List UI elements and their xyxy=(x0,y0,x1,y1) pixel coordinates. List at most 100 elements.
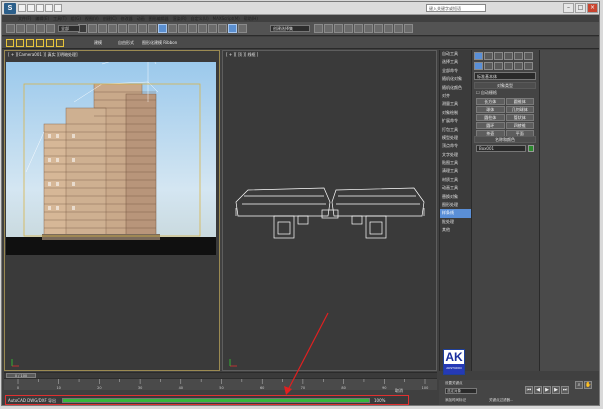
command-list-item[interactable]: 扩展命令 xyxy=(440,117,471,125)
geometry-icon[interactable] xyxy=(474,62,483,70)
window-crossing-icon[interactable] xyxy=(118,24,127,33)
spinner-snap-icon[interactable] xyxy=(228,24,237,33)
command-list-item[interactable]: 模型处理 xyxy=(440,134,471,142)
percent-snap-icon[interactable] xyxy=(218,24,227,33)
add-time-tag[interactable]: 添加时间标记 xyxy=(445,398,466,403)
graphite-icon[interactable] xyxy=(344,24,353,33)
undo-icon[interactable] xyxy=(45,4,53,12)
autogrid-checkbox[interactable]: ☐ 自动栅格 xyxy=(476,90,497,96)
lights-icon[interactable] xyxy=(494,62,503,70)
command-list-item[interactable]: 选择工具 xyxy=(440,58,471,66)
ribbon-tab-modeling[interactable]: 建模 xyxy=(94,39,102,47)
app-logo-icon[interactable]: S xyxy=(4,3,16,14)
command-list-item[interactable]: 对象绘制 xyxy=(440,109,471,117)
object-type-rollout[interactable]: 对象类型 xyxy=(474,82,536,89)
menu-item[interactable]: 帮助(H) xyxy=(244,15,258,22)
angle-snap-icon[interactable] xyxy=(208,24,217,33)
menu-item[interactable]: 视图(V) xyxy=(85,15,99,22)
vertex-snap-icon[interactable] xyxy=(36,39,44,47)
utilities-tab-icon[interactable] xyxy=(524,52,533,60)
face-snap-icon[interactable] xyxy=(46,39,54,47)
command-list-item[interactable]: 替换对象 xyxy=(440,193,471,201)
object-color-swatch[interactable] xyxy=(528,145,534,152)
command-list-item[interactable]: 对齐 xyxy=(440,92,471,100)
bind-space-warp-icon[interactable] xyxy=(46,24,55,33)
save-file-icon[interactable] xyxy=(36,4,44,12)
manipulate-icon[interactable] xyxy=(178,24,187,33)
render-setup-icon[interactable] xyxy=(384,24,393,33)
command-list-item[interactable]: 文字处理 xyxy=(440,151,471,159)
goto-end-icon[interactable]: ⏭ xyxy=(561,386,569,394)
helpers-icon[interactable] xyxy=(514,62,523,70)
primitive-button[interactable]: 管状体 xyxy=(505,114,534,121)
menu-item[interactable]: 图形编辑器 xyxy=(149,15,169,22)
menu-item[interactable]: 渲染(R) xyxy=(173,15,187,22)
new-file-icon[interactable] xyxy=(18,4,26,12)
scale-icon[interactable] xyxy=(148,24,157,33)
menu-item[interactable]: 创建(C) xyxy=(103,15,117,22)
rect-region-icon[interactable] xyxy=(108,24,117,33)
zoom-icon[interactable]: ⌕ xyxy=(575,381,583,389)
snap-toggle-icon[interactable] xyxy=(16,39,24,47)
move-icon[interactable] xyxy=(128,24,137,33)
menu-item[interactable]: MAXScript(M) xyxy=(213,15,240,22)
selection-filter-select[interactable]: 全部 xyxy=(58,25,80,32)
command-list-item[interactable]: 随机化对象 xyxy=(440,75,471,83)
pivot-icon[interactable] xyxy=(168,24,177,33)
viewport-label-top[interactable]: [ + ][ 顶 ][ 线框 ] xyxy=(226,52,258,58)
play-icon[interactable]: ▶ xyxy=(543,386,551,394)
edit-named-sel-icon[interactable] xyxy=(238,24,247,33)
display-tab-icon[interactable] xyxy=(514,52,523,60)
maximize-button[interactable]: □ xyxy=(575,3,586,13)
align-icon[interactable] xyxy=(324,24,333,33)
render-icon[interactable] xyxy=(404,24,413,33)
command-list-item[interactable]: 顶点命令 xyxy=(440,142,471,150)
select-by-name-icon[interactable] xyxy=(98,24,107,33)
redo-tool-icon[interactable] xyxy=(16,24,25,33)
pan-icon[interactable]: ✋ xyxy=(584,381,592,389)
cancel-hint[interactable]: 取消 xyxy=(395,388,403,394)
hierarchy-tab-icon[interactable] xyxy=(494,52,503,60)
prev-frame-icon[interactable]: ◀ xyxy=(534,386,542,394)
goto-start-icon[interactable]: ⏮ xyxy=(525,386,533,394)
next-frame-icon[interactable]: ▶ xyxy=(552,386,560,394)
unlink-icon[interactable] xyxy=(36,24,45,33)
modify-tab-icon[interactable] xyxy=(484,52,493,60)
command-list-item[interactable]: 自动工具 xyxy=(440,50,471,58)
snap-3d-icon[interactable] xyxy=(198,24,207,33)
reference-coord-icon[interactable] xyxy=(158,24,167,33)
create-tab-icon[interactable] xyxy=(474,52,483,60)
command-list-item[interactable]: 图形处理 xyxy=(440,201,471,209)
primitive-button[interactable]: 圆环 xyxy=(476,122,505,129)
command-list-item[interactable]: 批处理 xyxy=(440,218,471,226)
command-list-item[interactable]: 动画工具 xyxy=(440,184,471,192)
named-selection-set[interactable]: 创建选择集 xyxy=(270,25,310,32)
primitive-button[interactable]: 长方体 xyxy=(476,98,505,105)
grid-snap-icon[interactable] xyxy=(56,39,64,47)
curve-editor-icon[interactable] xyxy=(354,24,363,33)
motion-tab-icon[interactable] xyxy=(504,52,513,60)
mirror-icon[interactable] xyxy=(314,24,323,33)
command-list-item[interactable]: 其他 xyxy=(440,226,471,234)
primitive-button[interactable]: 球体 xyxy=(476,106,505,113)
menu-item[interactable]: 修改器 xyxy=(121,15,133,22)
menu-item[interactable]: 自定义(U) xyxy=(191,15,209,22)
command-list-item[interactable]: 全部命令 xyxy=(440,67,471,75)
command-list-item[interactable]: 贴图工具 xyxy=(440,159,471,167)
schematic-icon[interactable] xyxy=(364,24,373,33)
menu-item[interactable]: 组(G) xyxy=(71,15,81,22)
primitive-button[interactable]: 四棱锥 xyxy=(505,122,534,129)
command-list-item[interactable]: 随机化颜色 xyxy=(440,84,471,92)
track-bar[interactable]: 0 10 20 30 40 50 60 70 80 90 100 xyxy=(4,378,437,390)
layer-icon[interactable] xyxy=(334,24,343,33)
primitive-type-select[interactable]: 标准基本体 xyxy=(474,72,536,80)
open-file-icon[interactable] xyxy=(27,4,35,12)
command-list-item[interactable]: 样条线 xyxy=(440,209,471,218)
material-editor-icon[interactable] xyxy=(374,24,383,33)
primitive-button[interactable]: 圆锥体 xyxy=(505,98,534,105)
command-list-item[interactable]: 测量工具 xyxy=(440,100,471,108)
close-button[interactable]: × xyxy=(587,3,598,13)
spacewarps-icon[interactable] xyxy=(524,62,533,70)
menu-item[interactable]: 文件(F) xyxy=(18,15,31,22)
select-filter-icon[interactable] xyxy=(6,39,14,47)
